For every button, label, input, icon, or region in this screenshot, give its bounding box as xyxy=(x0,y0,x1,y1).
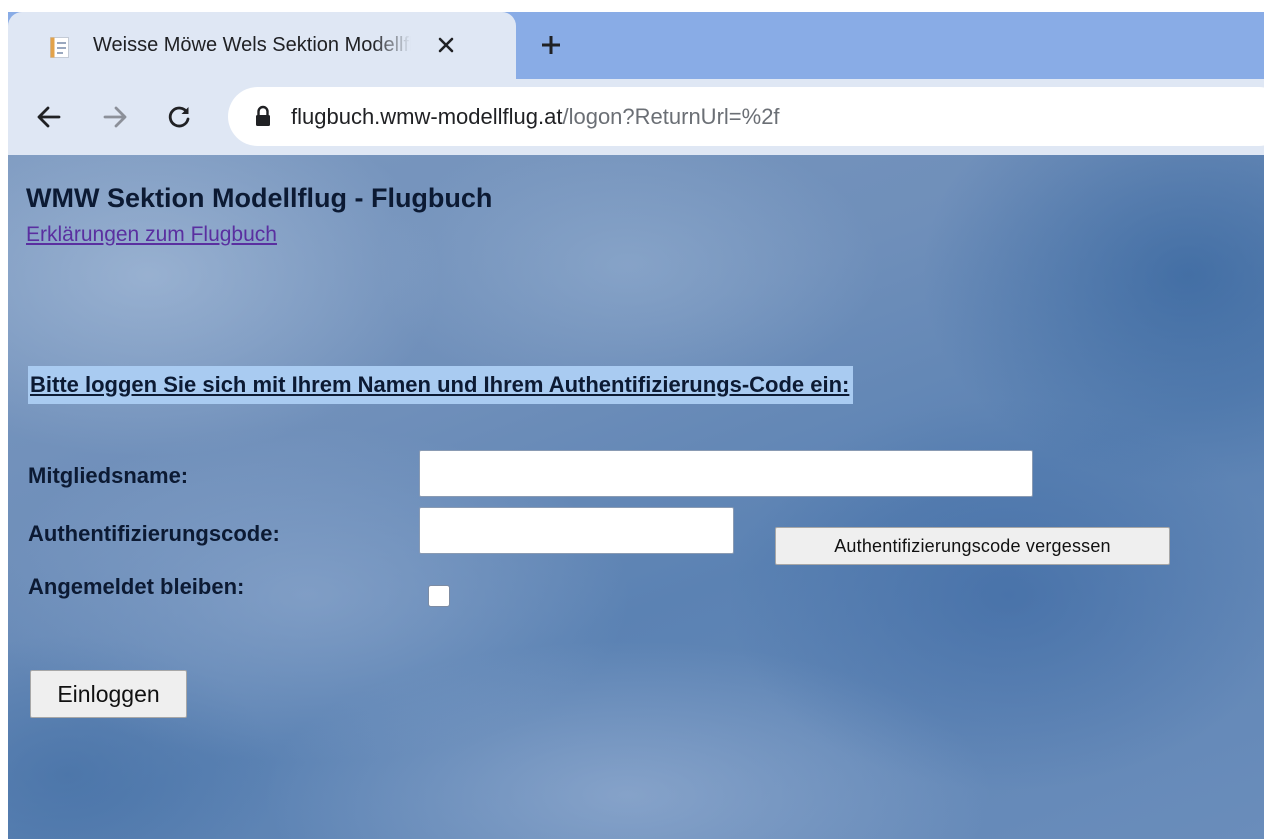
login-instruction: Bitte loggen Sie sich mit Ihrem Namen un… xyxy=(28,366,854,404)
forgot-auth-code-button[interactable]: Authentifizierungscode vergessen xyxy=(775,527,1170,565)
browser-tab[interactable]: Weisse Möwe Wels Sektion Modellflug - Fl… xyxy=(8,12,516,79)
close-icon[interactable] xyxy=(431,30,461,60)
remember-me-checkbox[interactable] xyxy=(428,585,450,607)
page-icon xyxy=(50,37,69,58)
url-host: flugbuch.wmw-modellflug.at xyxy=(291,104,563,129)
url-text: flugbuch.wmw-modellflug.at/logon?ReturnU… xyxy=(291,101,780,133)
auth-code-input[interactable] xyxy=(419,507,734,554)
tab-strip: Weisse Möwe Wels Sektion Modellflug - Fl… xyxy=(8,12,1264,79)
url-path: /logon?ReturnUrl=%2f xyxy=(562,104,780,129)
tab-title: Weisse Möwe Wels Sektion Modellflug - Fl… xyxy=(93,34,411,56)
page-content: WMW Sektion Modellflug - Flugbuch Erklär… xyxy=(8,155,1264,839)
browser-toolbar: flugbuch.wmw-modellflug.at/logon?ReturnU… xyxy=(8,79,1264,155)
arrow-left-icon[interactable] xyxy=(30,99,66,135)
member-name-label: Mitgliedsname: xyxy=(28,463,189,488)
page-title: WMW Sektion Modellflug - Flugbuch xyxy=(26,183,493,213)
address-bar[interactable]: flugbuch.wmw-modellflug.at/logon?ReturnU… xyxy=(228,87,1264,146)
member-name-input[interactable] xyxy=(419,450,1033,497)
browser-window: Weisse Möwe Wels Sektion Modellflug - Fl… xyxy=(8,12,1264,839)
lock-icon[interactable] xyxy=(254,105,272,127)
auth-code-label: Authentifizierungscode: xyxy=(28,521,280,546)
plus-icon[interactable] xyxy=(533,27,569,63)
remember-me-label: Angemeldet bleiben: xyxy=(28,574,245,599)
help-link[interactable]: Erklärungen zum Flugbuch xyxy=(26,221,277,249)
reload-icon[interactable] xyxy=(161,99,197,135)
login-button[interactable]: Einloggen xyxy=(30,670,187,718)
arrow-right-icon[interactable] xyxy=(98,99,134,135)
